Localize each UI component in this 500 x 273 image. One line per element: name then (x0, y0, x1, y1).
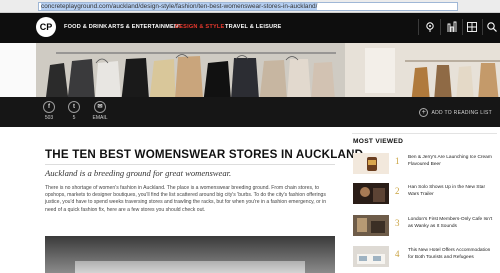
plus-icon: + (419, 108, 429, 117)
email-icon: ✉ (94, 101, 106, 113)
most-viewed-item[interactable]: 2 Han Solo Shows Up in the New Star Wars… (353, 183, 498, 209)
facebook-icon: f (43, 101, 55, 113)
hotel-thumbnail (353, 246, 389, 267)
article-subtitle: Auckland is a breeding ground for great … (45, 168, 232, 178)
nav-food-drink[interactable]: FOOD & DRINK (64, 24, 107, 30)
nav-arts-entertainment[interactable]: ARTS & ENTERTAINMENT (108, 24, 182, 30)
email-share[interactable]: ✉ EMAIL (85, 101, 115, 121)
most-viewed-number: 1 (395, 156, 400, 166)
browser-address-bar: concreteplayground.com/auckland/design-s… (0, 0, 500, 13)
share-bar: f 503 t 5 ✉ EMAIL + ADD TO READING LIST (0, 97, 500, 127)
most-viewed-number: 4 (395, 249, 400, 259)
url-path: /auckland/design-style/fashion/ten-best-… (110, 3, 318, 10)
site-logo[interactable]: CP (36, 17, 56, 37)
email-share-label: EMAIL (92, 115, 108, 121)
article-body: There is no shortage of women's fashion … (45, 185, 327, 213)
most-viewed-item[interactable]: 3 London's First Members-Only Cafe Isn't… (353, 215, 498, 241)
most-viewed-number: 2 (395, 186, 400, 196)
nav-divider (462, 19, 463, 35)
most-viewed-headline: Han Solo Shows Up in the New Star Wars T… (408, 185, 486, 197)
ice-cream-thumbnail (353, 153, 389, 174)
nav-divider (418, 19, 419, 35)
article-title: THE TEN BEST WOMENSWEAR STORES IN AUCKLA… (45, 148, 364, 161)
most-viewed-divider (352, 133, 497, 134)
url-field[interactable]: concreteplayground.com/auckland/design-s… (38, 2, 458, 11)
most-viewed-heading: MOST VIEWED (353, 138, 404, 145)
nav-design-style[interactable]: DESIGN & STYLE (175, 24, 224, 30)
most-viewed-headline: London's First Members-Only Cafe Isn't a… (408, 217, 493, 229)
site-navigation: CP FOOD & DRINK ARTS & ENTERTAINMENT DES… (0, 13, 500, 43)
most-viewed-number: 3 (395, 218, 400, 228)
add-to-reading-list-button[interactable]: + ADD TO READING LIST (419, 108, 492, 117)
title-divider (45, 164, 335, 165)
nav-travel-leisure[interactable]: TRAVEL & LEISURE (225, 24, 281, 30)
most-viewed-headline: This New Hotel Offers Accommodation for … (408, 248, 491, 260)
location-pin-icon[interactable] (424, 21, 436, 33)
most-viewed-item[interactable]: 4 This New Hotel Offers Accommodation fo… (353, 246, 498, 272)
nav-divider (482, 19, 483, 35)
reading-list-label: ADD TO READING LIST (431, 109, 492, 116)
city-skyline-icon[interactable] (446, 21, 458, 33)
twitter-icon: t (68, 101, 80, 113)
star-wars-thumbnail (353, 183, 389, 204)
cafe-thumbnail (353, 215, 389, 236)
grid-icon[interactable] (466, 21, 478, 33)
most-viewed-item[interactable]: 1 Ben & Jerry's Are Launching Ice Cream … (353, 153, 498, 179)
nav-divider (440, 19, 441, 35)
article-image (45, 236, 335, 273)
url-host: concreteplayground.com (41, 3, 111, 10)
search-icon[interactable] (486, 21, 498, 33)
most-viewed-headline: Ben & Jerry's Are Launching Ice Cream Fl… (408, 155, 492, 167)
article-image-floor (75, 261, 305, 273)
